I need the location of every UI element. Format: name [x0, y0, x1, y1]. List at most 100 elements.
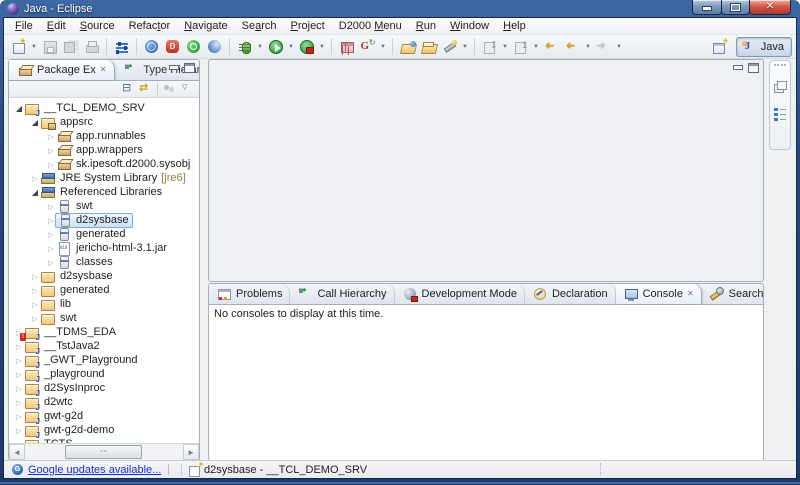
close-tab-icon[interactable]: ✕ [687, 290, 694, 298]
menu-d2000[interactable]: D2000 Menu [332, 19, 409, 33]
open-resource-button[interactable] [418, 37, 439, 57]
expand-arrow-icon[interactable] [46, 256, 56, 268]
menu-edit[interactable]: Edit [40, 19, 73, 33]
tree-item[interactable]: classes [9, 255, 199, 269]
tree-item[interactable]: JRE System Library[jre6] [9, 171, 199, 185]
tree-item[interactable]: swt [9, 311, 199, 325]
view-menu-button[interactable] [178, 82, 196, 97]
expand-arrow-icon[interactable] [46, 158, 56, 170]
expand-arrow-icon[interactable] [30, 298, 40, 310]
new-wizard-button[interactable] [8, 37, 29, 57]
project-tree[interactable]: __TCL_DEMO_SRV appsrc app.runnables app.… [9, 98, 199, 444]
tree-item[interactable]: jericho-html-3.1.jar [9, 241, 199, 255]
tree-item[interactable]: _playground [9, 367, 199, 381]
tree-item[interactable]: _GWT_Playground [9, 353, 199, 367]
new-web-project-button[interactable] [336, 37, 357, 57]
menu-refactor[interactable]: Refactor [122, 19, 178, 33]
minimize-view-button[interactable] [168, 63, 179, 73]
menu-source[interactable]: Source [73, 19, 122, 33]
menu-file[interactable]: File [8, 19, 40, 33]
expand-arrow-icon[interactable] [30, 270, 40, 282]
tree-item[interactable]: __TCL_DEMO_SRV [9, 101, 199, 115]
menu-run[interactable]: Run [409, 19, 443, 33]
tree-item[interactable]: gwt-g2d-demo [9, 423, 199, 437]
tree-item[interactable]: gwt-g2d [9, 409, 199, 423]
expand-arrow-icon[interactable] [46, 144, 56, 156]
run-button[interactable] [265, 37, 286, 57]
expand-arrow-icon[interactable] [30, 172, 40, 184]
next-annotation-button[interactable] [479, 37, 500, 57]
close-tab-icon[interactable]: ✕ [100, 66, 107, 74]
minimize-window-button[interactable] [692, 0, 722, 15]
horizontal-scrollbar[interactable]: ◄ ► [9, 443, 199, 460]
external-tools-dropdown[interactable]: ▼ [317, 37, 327, 57]
tab-development-mode[interactable]: Development Mode [395, 284, 525, 304]
expand-arrow-icon[interactable] [14, 410, 24, 422]
next-annotation-dropdown[interactable]: ▼ [500, 37, 510, 57]
save-button[interactable] [39, 37, 60, 57]
expand-arrow-icon[interactable] [14, 102, 24, 114]
close-window-button[interactable]: ✕ [749, 0, 791, 15]
wizard-shortcut-icon[interactable] [188, 462, 204, 478]
tree-item[interactable]: !__TDMS_EDA [9, 325, 199, 339]
expand-arrow-icon[interactable] [14, 354, 24, 366]
open-type-button[interactable] [397, 37, 418, 57]
last-edit-location-button[interactable] [541, 37, 562, 57]
expand-arrow-icon[interactable] [14, 368, 24, 380]
forward-dropdown[interactable]: ▼ [614, 37, 624, 57]
maximize-window-button[interactable] [721, 0, 750, 15]
link-with-editor-button[interactable] [137, 82, 155, 97]
gwt-compile-dropdown[interactable]: ▼ [378, 37, 388, 57]
expand-arrow-icon[interactable] [46, 242, 56, 254]
minimize-editor-button[interactable] [732, 63, 743, 73]
menu-window[interactable]: Window [443, 19, 496, 33]
expand-arrow-icon[interactable] [14, 424, 24, 436]
tab-call-hierarchy[interactable]: Call Hierarchy [290, 284, 394, 304]
open-perspective-button[interactable] [710, 37, 731, 57]
expand-arrow-icon[interactable] [14, 382, 24, 394]
tab-search[interactable]: Search [702, 284, 764, 304]
tree-item[interactable]: d2SysInproc [9, 381, 199, 395]
tree-item[interactable]: Referenced Libraries [9, 185, 199, 199]
expand-arrow-icon[interactable] [14, 396, 24, 408]
scrollbar-track[interactable] [25, 444, 183, 460]
d2000-gr-button[interactable] [183, 37, 204, 57]
focus-button[interactable] [160, 82, 178, 97]
scroll-left-button[interactable]: ◄ [9, 444, 25, 460]
d2000-cnf-button[interactable] [204, 37, 225, 57]
expand-arrow-icon[interactable] [30, 312, 40, 324]
d2000-browser-button[interactable] [141, 37, 162, 57]
tree-item[interactable]: d2sysbase [9, 269, 199, 283]
back-button[interactable] [562, 37, 583, 57]
tree-item[interactable]: swt [9, 199, 199, 213]
tab-declaration[interactable]: Declaration [525, 284, 616, 304]
google-updates-link[interactable]: Google updates available... [28, 464, 161, 476]
print-button[interactable] [81, 37, 102, 57]
expand-arrow-icon[interactable] [46, 228, 56, 240]
expand-arrow-icon[interactable] [30, 186, 40, 198]
debug-button[interactable] [234, 37, 255, 57]
scrollbar-thumb[interactable] [65, 445, 143, 459]
tree-item[interactable]: lib [9, 297, 199, 311]
menu-navigate[interactable]: Navigate [177, 19, 234, 33]
tree-item[interactable]: generated [9, 283, 199, 297]
editor-area[interactable] [208, 59, 764, 282]
maximize-view-button[interactable] [184, 63, 195, 73]
gwt-compile-button[interactable] [357, 37, 378, 57]
tree-item-selected[interactable]: d2sysbase [9, 213, 199, 227]
tab-problems[interactable]: Problems [209, 284, 290, 304]
previous-annotation-button[interactable] [510, 37, 531, 57]
collapse-all-button[interactable] [119, 82, 137, 97]
tree-item[interactable]: __TstJava2 [9, 339, 199, 353]
title-bar[interactable]: Java - Eclipse ✕ [0, 0, 800, 18]
expand-arrow-icon[interactable] [46, 130, 56, 142]
forward-button[interactable] [593, 37, 614, 57]
tab-console[interactable]: Console✕ [616, 284, 702, 304]
tree-item[interactable]: d2wtc [9, 395, 199, 409]
java-perspective-button[interactable]: Java [736, 37, 792, 57]
expand-arrow-icon[interactable] [30, 284, 40, 296]
tree-item[interactable]: generated [9, 227, 199, 241]
run-dropdown[interactable]: ▼ [286, 37, 296, 57]
expand-arrow-icon[interactable] [46, 200, 56, 212]
previous-annotation-dropdown[interactable]: ▼ [531, 37, 541, 57]
